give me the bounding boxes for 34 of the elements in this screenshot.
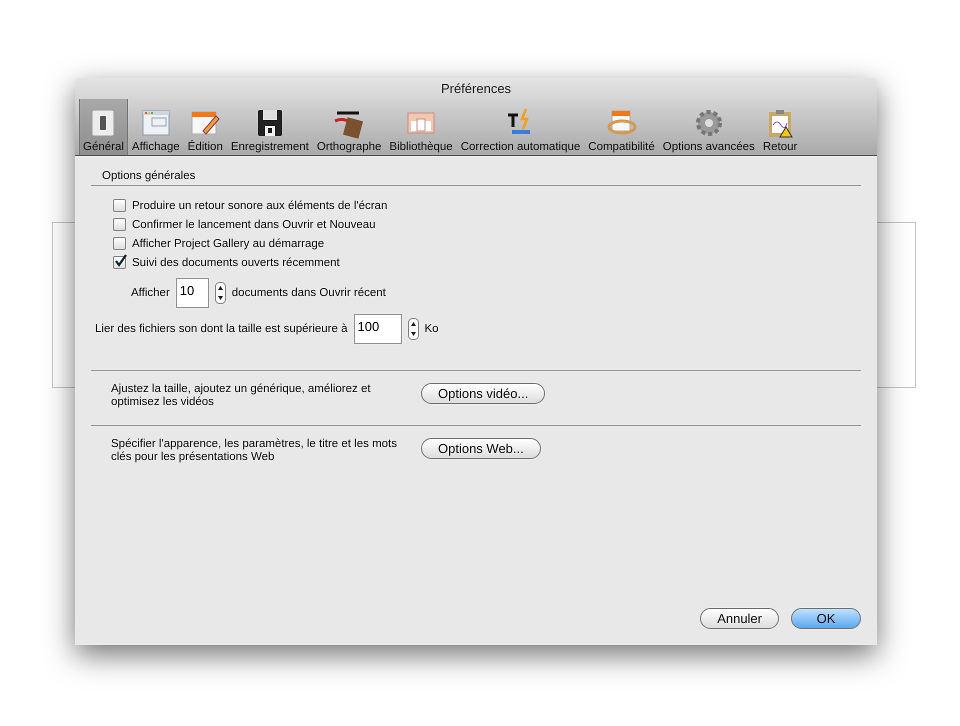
window-title: Préférences: [440, 80, 512, 98]
stepper-icon[interactable]: [214, 282, 226, 304]
stepper-icon[interactable]: [408, 318, 419, 340]
toolbar-tab[interactable]: Enregistrement: [226, 99, 313, 155]
ok-button[interactable]: OK: [791, 608, 861, 629]
cancel-button[interactable]: Annuler: [700, 608, 779, 629]
checkbox[interactable]: [113, 256, 126, 269]
section-description: Ajustez la taille, ajoutez un générique, améliorez et optimisez les vidéos: [111, 383, 372, 409]
checkbox-label: Produire un retour sonore aux éléments de l'écran: [132, 200, 388, 212]
number-field[interactable]: 10: [176, 278, 209, 308]
checkbox-label: Confirmer le lancement dans Ouvrir et Nouveau: [132, 218, 376, 230]
checkbox-label: Suivi des documents ouverts récemment: [132, 256, 340, 268]
toolbar-tab[interactable]: Options avancées: [658, 99, 759, 155]
toolbar-tab[interactable]: Correction automatique: [456, 99, 584, 155]
toolbar-tab[interactable]: Orthographe: [312, 99, 386, 155]
section-description: Spécifier l'apparence, les paramètres, le titre et les mots clés pour les présentations Web: [111, 438, 398, 464]
field-label: Afficher: [131, 287, 170, 299]
section-heading: Options générales: [91, 170, 861, 186]
field-label: Lier des fichiers son dont la taille est supérieure à: [95, 323, 348, 335]
checkbox[interactable]: [113, 218, 126, 231]
options-button[interactable]: Options Web...: [421, 438, 541, 459]
checkbox[interactable]: [113, 199, 126, 212]
toolbar-tab[interactable]: Général: [79, 99, 128, 155]
number-field[interactable]: 100: [354, 314, 402, 344]
options-button[interactable]: Options vidéo...: [421, 383, 546, 404]
unit-label: Ko: [424, 323, 439, 335]
toolbar-tab[interactable]: Affichage: [128, 99, 184, 155]
unit-label: documents dans Ouvrir récent: [232, 287, 386, 299]
checkbox-label: Afficher Project Gallery au démarrage: [132, 238, 324, 250]
checkbox[interactable]: [113, 237, 126, 250]
toolbar-tab[interactable]: Édition: [184, 99, 227, 155]
toolbar-tab[interactable]: Bibliothèque: [385, 99, 457, 155]
toolbar-tab[interactable]: Retour: [758, 99, 802, 155]
toolbar-tab[interactable]: Compatibilité: [584, 99, 659, 155]
